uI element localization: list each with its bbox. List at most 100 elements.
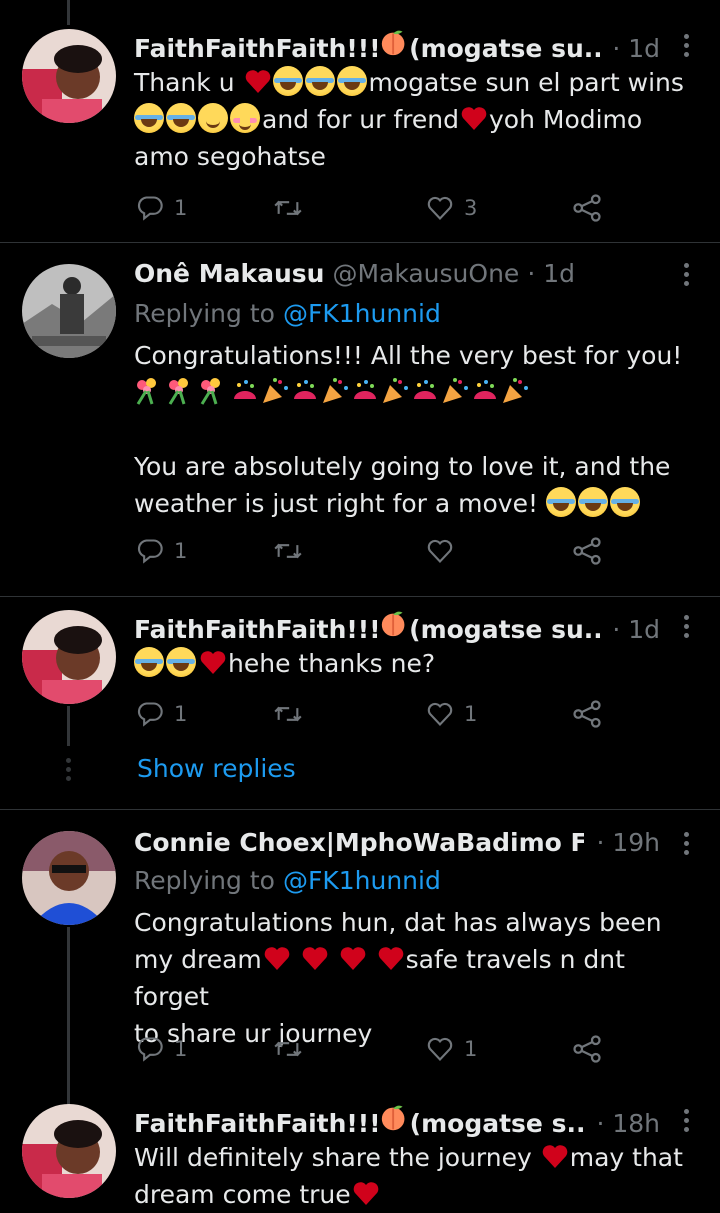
reply-button[interactable]: 1 <box>136 188 187 228</box>
tweet-header: FaithFaithFaith!!!! (mogatse s... · 18h <box>134 1102 660 1138</box>
heart-outline-icon <box>427 1037 453 1062</box>
text-segment: Congratulations hun, dat has always been <box>134 908 662 937</box>
tweet-time[interactable]: · 19h <box>596 825 660 861</box>
laughing-tears-icon <box>134 103 164 133</box>
reply-button[interactable]: 1 <box>136 531 187 571</box>
text-segment: hehe thanks ne? <box>228 649 436 678</box>
retweet-button[interactable] <box>272 188 304 228</box>
tweet-header: Connie Choex|MphoWaBadimo F... · 19h <box>134 825 660 861</box>
reply-count: 1 <box>174 196 188 220</box>
share-button[interactable] <box>572 1029 602 1069</box>
retweet-icon <box>274 706 302 722</box>
display-name-suffix[interactable]: (mogatse su... <box>409 612 600 648</box>
avatar[interactable] <box>22 29 116 123</box>
laughing-tears-icon <box>166 647 196 677</box>
tweet-4[interactable]: Connie Choex|MphoWaBadimo F... · 19h Rep… <box>0 810 720 1090</box>
text-segment: Will definitely share the journey <box>134 1143 532 1172</box>
reply-count: 1 <box>174 702 188 726</box>
avatar[interactable] <box>22 1104 116 1198</box>
party-popper-icon <box>503 378 528 403</box>
tweet-text: hehe thanks ne? <box>134 645 690 682</box>
like-button[interactable] <box>426 531 464 571</box>
display-name[interactable]: Onê Makausu <box>134 256 324 292</box>
peach-icon <box>382 1105 405 1131</box>
like-button[interactable]: 1 <box>426 694 477 734</box>
share-button[interactable] <box>572 188 602 228</box>
tweet-time[interactable]: · 1d <box>612 31 660 67</box>
bouquet-icon <box>168 378 188 405</box>
user-handle[interactable]: @MakausuOne <box>332 256 519 292</box>
text-segment: may that <box>569 1143 683 1172</box>
peach-icon <box>381 30 405 56</box>
retweet-button[interactable] <box>272 694 304 734</box>
red-heart-icon <box>378 947 403 970</box>
party-popper-icon <box>263 378 288 403</box>
red-heart-icon <box>264 947 290 970</box>
party-popper-icon <box>443 378 468 403</box>
display-name[interactable]: FaithFaithFaith!!!! <box>134 1106 377 1142</box>
like-count: 3 <box>464 196 478 220</box>
replying-to: Replying to @FK1hunnid <box>134 863 441 899</box>
tweet-text: Thank u mogatse sun el part wins and for… <box>134 64 690 175</box>
heart-outline-icon <box>427 196 453 221</box>
red-heart-icon <box>245 70 270 93</box>
tweet-3[interactable]: FaithFaithFaith!!!! (mogatse su... · 1d … <box>0 597 720 809</box>
laughing-tears-icon <box>166 103 196 133</box>
share-icon <box>573 700 601 728</box>
confetti-ball-icon <box>294 380 316 399</box>
text-segment: weather is just right for a move! <box>134 489 539 518</box>
text-segment: yoh Modimo <box>489 105 643 134</box>
like-button[interactable]: 1 <box>426 1029 477 1069</box>
blushing-face-icon <box>230 103 260 133</box>
retweet-button[interactable] <box>272 1029 304 1069</box>
display-name-suffix[interactable]: (mogatse su... <box>409 31 600 67</box>
avatar[interactable] <box>22 610 116 704</box>
tweet-actions: 1 1 <box>134 1029 614 1069</box>
like-count: 1 <box>464 1037 478 1061</box>
tweet-2[interactable]: Onê Makausu @MakausuOne · 1d Replying to… <box>0 243 720 596</box>
text-segment: Thank u <box>134 68 235 97</box>
share-button[interactable] <box>572 694 602 734</box>
show-replies-link[interactable]: Show replies <box>137 751 296 787</box>
more-vertical-icon[interactable] <box>674 1102 698 1138</box>
emoji-row <box>134 374 690 414</box>
more-vertical-icon[interactable] <box>674 608 698 644</box>
text-segment: mogatse sun el part wins <box>368 68 684 97</box>
laughing-tears-icon <box>545 487 576 517</box>
display-name[interactable]: Connie Choex|MphoWaBadimo F... <box>134 825 584 861</box>
avatar[interactable] <box>22 264 116 358</box>
tweet-1[interactable]: FaithFaithFaith!!!! (mogatse su... · 1d … <box>0 0 720 242</box>
display-name-suffix[interactable]: (mogatse s... <box>410 1106 585 1142</box>
tweet-time[interactable]: · 18h <box>596 1106 660 1142</box>
share-button[interactable] <box>572 531 602 571</box>
share-icon <box>573 1035 601 1063</box>
display-name[interactable]: FaithFaithFaith!!!! <box>134 31 377 67</box>
replying-label: Replying to <box>134 866 275 895</box>
tweet-time[interactable]: · 1d <box>612 612 660 648</box>
confetti-ball-icon <box>354 380 376 399</box>
more-vertical-icon[interactable] <box>674 825 698 861</box>
reply-target-link[interactable]: @FK1hunnid <box>283 866 441 895</box>
replying-label: Replying to <box>134 299 275 328</box>
avatar[interactable] <box>22 831 116 925</box>
bouquet-icon <box>200 378 220 405</box>
heart-outline-icon <box>427 539 453 564</box>
tweet-time[interactable]: · 1d <box>527 256 575 292</box>
display-name[interactable]: FaithFaithFaith!!!! <box>134 612 377 648</box>
laughing-tears-icon <box>304 66 335 96</box>
confetti-ball-icon <box>474 380 496 399</box>
retweet-button[interactable] <box>272 531 304 571</box>
party-popper-icon <box>323 378 348 403</box>
red-heart-icon <box>200 651 226 674</box>
more-vertical-icon[interactable] <box>674 27 698 63</box>
reply-target-link[interactable]: @FK1hunnid <box>283 299 441 328</box>
like-button[interactable]: 3 <box>426 188 477 228</box>
more-vertical-icon[interactable] <box>674 256 698 292</box>
tweet-5[interactable]: FaithFaithFaith!!!! (mogatse s... · 18h … <box>0 1090 720 1210</box>
reply-button[interactable]: 1 <box>136 694 187 734</box>
tweet-text: Will definitely share the journey may th… <box>134 1139 690 1213</box>
reply-button[interactable]: 1 <box>136 1029 187 1069</box>
red-heart-icon <box>353 1182 378 1205</box>
reply-icon <box>137 539 163 564</box>
reply-count: 1 <box>174 1037 188 1061</box>
